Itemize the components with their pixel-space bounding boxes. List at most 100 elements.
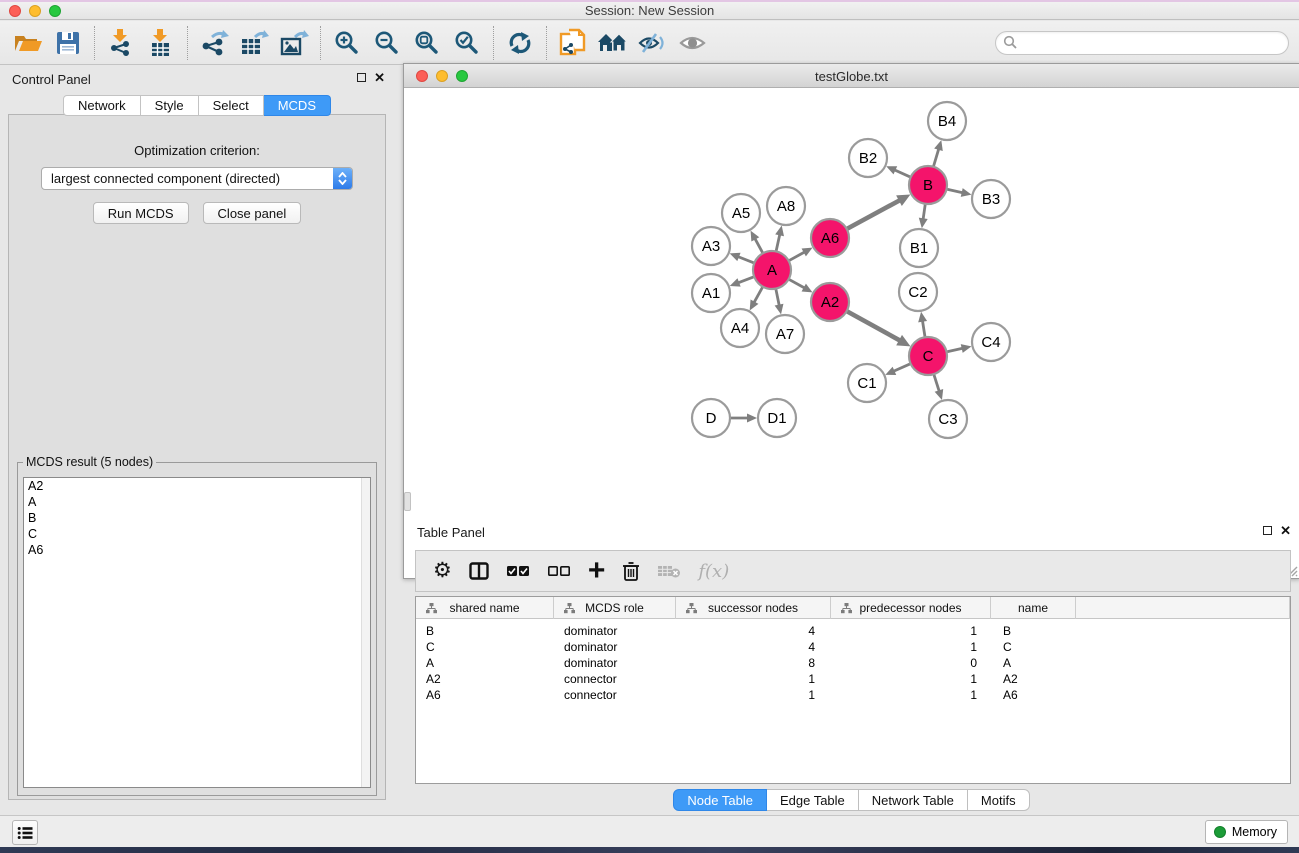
export-image-button[interactable]: [274, 24, 314, 62]
birds-eye-view-button[interactable]: [593, 24, 633, 62]
cell-MCDS-role[interactable]: dominator: [554, 639, 676, 655]
graph-edge[interactable]: [789, 252, 805, 261]
close-panel-icon[interactable]: ✕: [374, 72, 385, 83]
mcds-result-list[interactable]: A2ABCA6: [23, 477, 371, 788]
table-options-button[interactable]: ⚙: [433, 561, 452, 581]
save-session-button[interactable]: [48, 24, 88, 62]
cell-MCDS-role[interactable]: dominator: [554, 623, 676, 639]
mcds-result-item[interactable]: B: [24, 510, 370, 526]
tab-network[interactable]: Network: [63, 95, 141, 116]
vertical-scrollbar-thumb[interactable]: [404, 492, 411, 511]
cell-name[interactable]: B: [991, 623, 1076, 639]
graph-edge[interactable]: [738, 257, 754, 263]
export-network-button[interactable]: [194, 24, 234, 62]
table-row[interactable]: A6connector11A6: [416, 687, 1290, 703]
import-table-button[interactable]: [141, 24, 181, 62]
graph-edge[interactable]: [933, 149, 938, 167]
cell-successor-nodes[interactable]: 1: [676, 687, 831, 703]
delete-table-button[interactable]: [657, 563, 681, 579]
zoom-fit-button[interactable]: [407, 24, 447, 62]
search-box[interactable]: [995, 31, 1289, 55]
float-panel-icon[interactable]: [357, 73, 366, 82]
import-network-button[interactable]: [101, 24, 141, 62]
cell-predecessor-nodes[interactable]: 1: [831, 687, 991, 703]
cell-shared-name[interactable]: C: [416, 639, 554, 655]
graph-edge[interactable]: [789, 279, 805, 288]
open-session-button[interactable]: [8, 24, 48, 62]
cell-shared-name[interactable]: B: [416, 623, 554, 639]
cell-successor-nodes[interactable]: 8: [676, 655, 831, 671]
tab-node-table[interactable]: Node Table: [673, 789, 767, 811]
cell-predecessor-nodes[interactable]: 0: [831, 655, 991, 671]
cell-MCDS-role[interactable]: dominator: [554, 655, 676, 671]
column-header-name[interactable]: name: [991, 597, 1076, 619]
add-row-button[interactable]: +: [588, 560, 606, 582]
close-table-panel-icon[interactable]: ✕: [1280, 525, 1291, 536]
graph-edge[interactable]: [755, 238, 763, 253]
graph-edge[interactable]: [947, 348, 963, 352]
toggle-graphics-details-button[interactable]: [633, 24, 673, 62]
mcds-result-item[interactable]: A2: [24, 478, 370, 494]
cell-predecessor-nodes[interactable]: 1: [831, 623, 991, 639]
network-graph[interactable]: B4B2BB3A8A5A6A3B1AA1C2A2A4A7C4CC1C3DD1: [404, 88, 1299, 553]
cell-shared-name[interactable]: A6: [416, 687, 554, 703]
cell-successor-nodes[interactable]: 4: [676, 639, 831, 655]
optimization-criterion-select[interactable]: largest connected component (directed): [41, 167, 353, 190]
tab-style[interactable]: Style: [141, 95, 199, 116]
graph-edge[interactable]: [776, 234, 780, 251]
table-row[interactable]: Bdominator41B: [416, 623, 1290, 639]
delete-rows-button[interactable]: [622, 561, 640, 581]
graph-edge[interactable]: [947, 189, 963, 193]
cell-shared-name[interactable]: A2: [416, 671, 554, 687]
show-hide-graphics-button[interactable]: [673, 24, 713, 62]
memory-button[interactable]: Memory: [1205, 820, 1288, 844]
show-task-history-button[interactable]: [12, 820, 38, 845]
apply-function-button[interactable]: f(x): [698, 561, 729, 582]
cell-predecessor-nodes[interactable]: 1: [831, 639, 991, 655]
column-header-MCDS-role[interactable]: MCDS role: [554, 597, 676, 619]
cell-name[interactable]: A2: [991, 671, 1076, 687]
export-table-button[interactable]: [234, 24, 274, 62]
table-row[interactable]: Adominator80A: [416, 655, 1290, 671]
tab-network-table[interactable]: Network Table: [859, 789, 968, 811]
zoom-selected-button[interactable]: [447, 24, 487, 62]
cell-successor-nodes[interactable]: 4: [676, 623, 831, 639]
graph-edge[interactable]: [894, 170, 910, 177]
zoom-out-button[interactable]: [367, 24, 407, 62]
column-header-predecessor-nodes[interactable]: predecessor nodes: [831, 597, 991, 619]
tab-mcds[interactable]: MCDS: [264, 95, 331, 116]
table-row[interactable]: A2connector11A2: [416, 671, 1290, 687]
apply-layout-button[interactable]: [500, 24, 540, 62]
close-panel-button[interactable]: Close panel: [203, 202, 302, 224]
graph-edge[interactable]: [922, 321, 925, 338]
cell-name[interactable]: A: [991, 655, 1076, 671]
cell-name[interactable]: C: [991, 639, 1076, 655]
graph-edge[interactable]: [894, 364, 911, 372]
cell-shared-name[interactable]: A: [416, 655, 554, 671]
column-header-shared-name[interactable]: shared name: [416, 597, 554, 619]
graph-edge[interactable]: [923, 204, 925, 219]
graph-edge[interactable]: [776, 289, 779, 306]
run-mcds-button[interactable]: Run MCDS: [93, 202, 189, 224]
table-row[interactable]: Cdominator41C: [416, 639, 1290, 655]
network-canvas[interactable]: B4B2BB3A8A5A6A3B1AA1C2A2A4A7C4CC1C3DD1: [404, 88, 1299, 577]
network-window-titlebar[interactable]: testGlobe.txt: [404, 64, 1299, 88]
cell-predecessor-nodes[interactable]: 1: [831, 671, 991, 687]
result-list-scrollbar[interactable]: [361, 478, 370, 787]
select-all-rows-button[interactable]: [506, 563, 530, 579]
deselect-all-rows-button[interactable]: [547, 563, 571, 579]
show-columns-button[interactable]: [469, 562, 489, 580]
graph-edge[interactable]: [934, 374, 939, 391]
search-input[interactable]: [1018, 33, 1288, 53]
graph-edge[interactable]: [738, 277, 754, 283]
clone-network-button[interactable]: [553, 24, 593, 62]
tab-edge-table[interactable]: Edge Table: [767, 789, 859, 811]
graph-edge[interactable]: [847, 311, 900, 340]
column-header-successor-nodes[interactable]: successor nodes: [676, 597, 831, 619]
mcds-result-item[interactable]: C: [24, 526, 370, 542]
tab-select[interactable]: Select: [199, 95, 264, 116]
cell-successor-nodes[interactable]: 1: [676, 671, 831, 687]
tab-motifs[interactable]: Motifs: [968, 789, 1030, 811]
cell-MCDS-role[interactable]: connector: [554, 671, 676, 687]
graph-edge[interactable]: [754, 287, 763, 303]
